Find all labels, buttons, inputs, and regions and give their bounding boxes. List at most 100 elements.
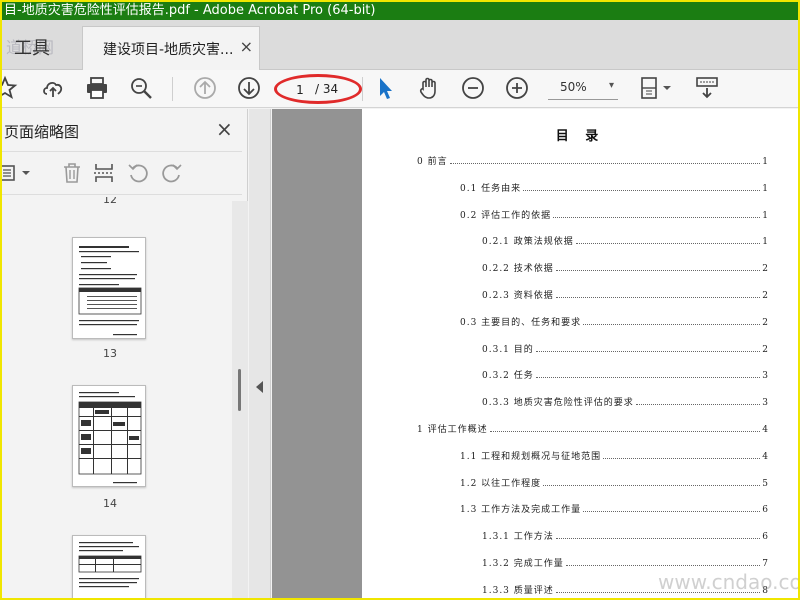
toc-entry[interactable]: 1.3.1 工作方法 6 <box>482 528 768 542</box>
toolbar-separator <box>172 77 173 101</box>
toc-entry[interactable]: 1.3 工作方法及完成工作量 6 <box>460 501 768 515</box>
zoom-search-icon[interactable] <box>128 75 154 101</box>
scroll-mode-icon[interactable] <box>694 75 720 101</box>
toc-leader-dots <box>523 189 761 191</box>
toc-entry-page: 1 <box>762 183 768 194</box>
toc-leader-dots <box>553 216 761 218</box>
cloud-upload-icon[interactable] <box>40 75 66 101</box>
toc-entry-page: 4 <box>762 451 768 462</box>
thumbnail-options-icon[interactable] <box>2 161 38 185</box>
toc-entry-page: 2 <box>762 317 768 328</box>
document-tab-label: 建设项目-地质灾害... <box>103 42 234 58</box>
toc-entry[interactable]: 0.3.1 目的 2 <box>482 341 768 355</box>
hand-tool-icon[interactable] <box>416 75 442 101</box>
toc-entry-text: 0.3.1 目的 <box>482 344 534 355</box>
toc-entry-text: 0.3 主要目的、任务和要求 <box>460 317 582 328</box>
close-tab-icon[interactable]: × <box>240 37 253 56</box>
toc-entry[interactable]: 0.3 主要目的、任务和要求 2 <box>460 314 768 328</box>
previous-page-icon[interactable] <box>192 75 218 101</box>
document-tab[interactable]: 建设项目-地质灾害... × <box>82 26 260 71</box>
sidebar-title: 页面缩略图 <box>4 123 80 141</box>
window-title-bar: 目-地质灾害危险性评估报告.pdf - Adobe Acrobat Pro (6… <box>2 2 798 20</box>
acrobat-window: 目-地质灾害危险性评估报告.pdf - Adobe Acrobat Pro (6… <box>2 2 798 598</box>
toc-entry[interactable]: 0.3.3 地质灾害危险性评估的要求 3 <box>482 394 768 408</box>
thumbnail-page-15[interactable] <box>72 535 146 598</box>
sidebar-splitter[interactable] <box>249 109 271 598</box>
zoom-level-select[interactable]: 50% ▾ <box>548 76 618 100</box>
toc-entry-text: 1 评估工作概述 <box>417 425 488 435</box>
toc-entry[interactable]: 1 评估工作概述 4 <box>417 421 768 435</box>
toc-entry-text: 0.2.1 政策法规依据 <box>482 237 574 248</box>
toc-entry[interactable]: 0.3.2 任务 3 <box>482 367 768 381</box>
toc-leader-dots <box>635 404 761 406</box>
toc-entry-page: 2 <box>762 344 768 355</box>
toc-leader-dots <box>565 565 761 566</box>
toc-entry-text: 0.2.3 资料依据 <box>482 291 554 301</box>
toc-leader-dots <box>543 484 761 486</box>
select-cursor-icon[interactable] <box>372 75 398 101</box>
toc-entry[interactable]: 0 前言 1 <box>417 153 768 167</box>
delete-page-icon[interactable] <box>60 161 84 185</box>
toc-entry[interactable]: 1.1 工程和规划概况与征地范围 4 <box>460 448 768 462</box>
page-number-box: / 34 <box>274 74 362 104</box>
bookmark-star-icon[interactable] <box>2 75 18 101</box>
toc-leader-dots <box>555 297 761 298</box>
next-page-icon[interactable] <box>236 75 262 101</box>
watermark-bottom-right: www.cndao.com <box>658 570 798 594</box>
tools-tab[interactable]: 工具 <box>14 34 50 60</box>
toc-entry-text: 0.2.2 技术依据 <box>482 264 554 275</box>
thumbnail-page-13[interactable] <box>72 237 146 339</box>
toc-leader-dots <box>583 323 761 325</box>
close-sidebar-icon[interactable]: × <box>216 117 233 141</box>
zoom-level-value: 50% <box>560 80 587 94</box>
toc-entry[interactable]: 1.2 以往工作程度 5 <box>460 475 768 489</box>
toc-entry-page: 1 <box>762 210 768 221</box>
toc-entry-page: 3 <box>762 398 768 409</box>
toc-entry[interactable]: 0.2 评估工作的依据 1 <box>460 207 768 221</box>
toc-entry[interactable]: 0.2.3 资料依据 2 <box>482 287 768 301</box>
toc-entry-page: 7 <box>762 559 768 569</box>
document-viewer[interactable]: 目 录 0 前言 1 0.1 任务由来 1 0.2 评估工作的依据 1 0.2.1 政策法规… <box>272 109 798 598</box>
toc-entry[interactable]: 0.1 任务由来 1 <box>460 180 768 194</box>
toc-leader-dots <box>535 377 761 379</box>
fit-page-icon[interactable] <box>638 75 676 101</box>
toc-entry-page: 6 <box>762 505 768 516</box>
collapse-arrow-icon[interactable] <box>256 381 263 393</box>
toc-leader-dots <box>489 431 761 432</box>
toc-leader-dots <box>603 457 761 459</box>
toc-entry-text: 1.3.2 完成工作量 <box>482 559 564 569</box>
rotate-left-icon[interactable] <box>126 161 150 185</box>
toc-entry[interactable]: 1.3.2 完成工作量 7 <box>482 555 768 569</box>
thumbnail-page-label: 12 <box>103 197 117 206</box>
toc-entry-text: 1.3.1 工作方法 <box>482 532 554 543</box>
thumbnail-page-14[interactable] <box>72 385 146 487</box>
toc-entry-text: 1.3 工作方法及完成工作量 <box>460 505 582 516</box>
toc-entry-page: 6 <box>762 532 768 543</box>
toc-entry-page: 2 <box>762 264 768 275</box>
sidebar-scrollbar-thumb[interactable] <box>238 369 241 411</box>
window-title: 目-地质灾害危险性评估报告.pdf - Adobe Acrobat Pro (6… <box>4 3 376 18</box>
chevron-down-icon: ▾ <box>608 80 614 91</box>
toc-leader-dots <box>575 243 761 245</box>
toc-leader-dots <box>449 163 761 164</box>
toc-entry-page: 2 <box>762 291 768 301</box>
toc-entry-page: 3 <box>762 371 768 382</box>
zoom-out-icon[interactable] <box>460 75 486 101</box>
page-total: / 34 <box>315 82 339 96</box>
toc-entry[interactable]: 0.2.1 政策法规依据 1 <box>482 233 768 247</box>
zoom-in-icon[interactable] <box>504 75 530 101</box>
toc-leader-dots <box>583 511 761 513</box>
rotate-right-icon[interactable] <box>160 161 184 185</box>
toc-entry-text: 0.3.2 任务 <box>482 371 534 382</box>
tab-bar: 道桥网 工具 建设项目-地质灾害... × <box>2 20 798 71</box>
toc-entry-text: 0.1 任务由来 <box>460 183 522 194</box>
sidebar-toolbar <box>2 151 242 195</box>
toc-entry-text: 0.2 评估工作的依据 <box>460 210 552 221</box>
sidebar-scrollbar[interactable] <box>232 201 248 598</box>
print-icon[interactable] <box>84 75 110 101</box>
insert-page-icon[interactable] <box>92 161 116 185</box>
toc-entry[interactable]: 0.2.2 技术依据 2 <box>482 260 768 274</box>
page-number-input[interactable] <box>287 82 313 98</box>
thumbnail-list: 12 13 14 <box>2 197 232 598</box>
toc-entry-page: 1 <box>762 157 768 167</box>
